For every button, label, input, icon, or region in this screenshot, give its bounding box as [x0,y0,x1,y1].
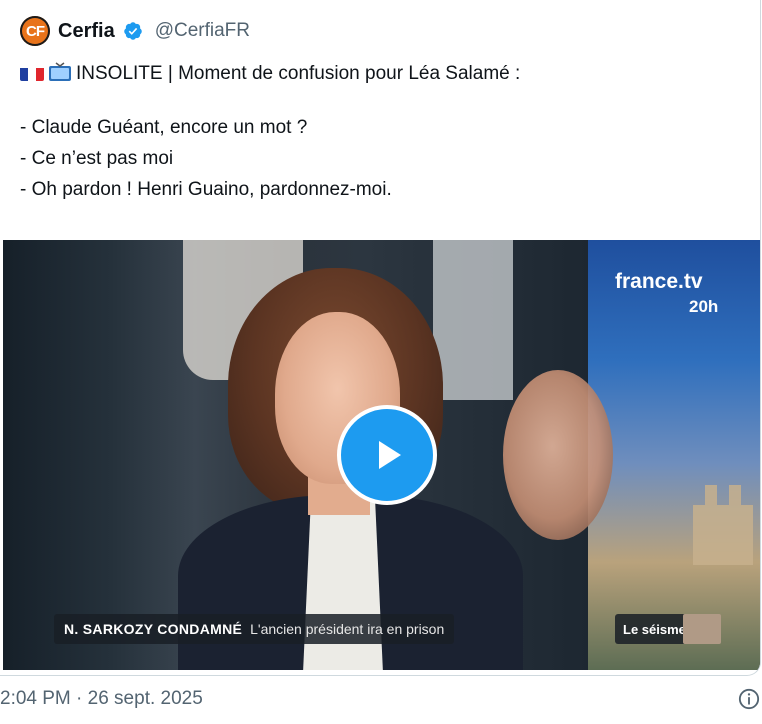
tweet-text: INSOLITE | Moment de confusion pour Léa … [20,58,740,205]
banner-title: N. SARKOZY CONDAMNÉ [64,621,243,637]
presenter-shirt [303,498,383,670]
play-button[interactable] [337,405,437,505]
quote-line-3: - Oh pardon ! Henri Guaino, pardonnez-mo… [20,179,392,200]
france-flag-icon [20,64,44,81]
background-face [503,370,613,540]
info-icon[interactable] [738,688,760,710]
headline-text: INSOLITE | Moment de confusion pour Léa … [76,63,521,84]
side-label: Le séisme [623,621,686,637]
banner-subtitle: L'ancien président ira en prison [250,621,445,637]
channel-logo: france.tv [615,270,703,293]
account-avatar[interactable]: CF [20,16,50,46]
account-name[interactable]: Cerfia [58,20,115,43]
verified-badge-icon [123,22,142,40]
television-icon [49,62,71,81]
side-thumbnail [683,614,721,644]
play-icon [379,441,401,469]
headline-line: INSOLITE | Moment de confusion pour Léa … [20,58,740,89]
quote-line-2: - Ce n’est pas moi [20,148,174,169]
timestamp-text[interactable]: 2:04 PM · 26 sept. 2025 [0,688,203,710]
tweet-timestamp[interactable]: 2:04 PM · 26 sept. 2025 [0,684,203,714]
tweet-header: CF Cerfia @CerfiaFR [20,14,250,48]
backdrop-screen [588,240,760,670]
quote-line-1: - Claude Guéant, encore un mot ? [20,117,308,138]
news-banner: N. SARKOZY CONDAMNÉ L'ancien président i… [54,614,455,644]
video-player[interactable]: france.tv 20h N. SARKOZY CONDAMNÉ L'anci… [3,240,760,670]
tweet-card[interactable]: CF Cerfia @CerfiaFR INSOLITE | Moment de… [0,0,761,676]
account-handle[interactable]: @CerfiaFR [155,20,250,42]
channel-sub: 20h [689,297,719,316]
